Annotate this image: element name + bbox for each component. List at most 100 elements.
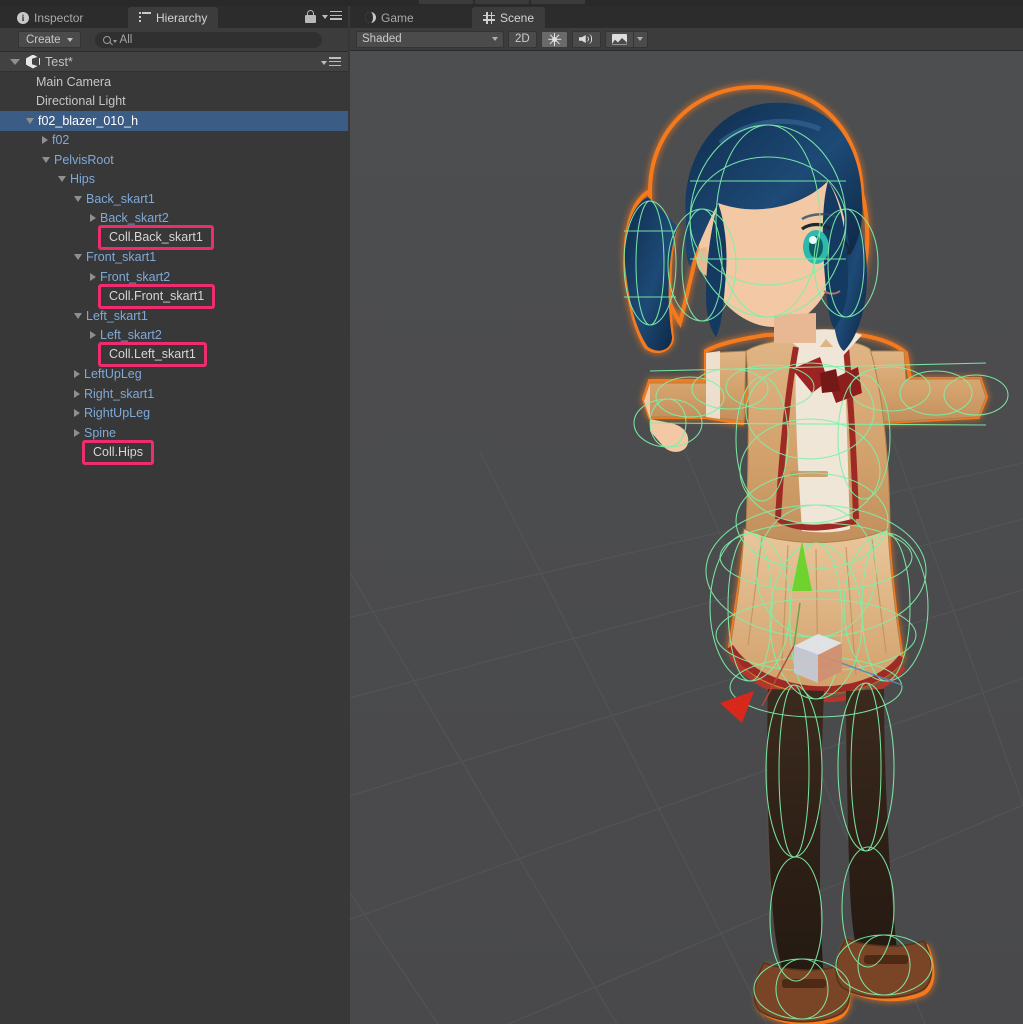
image-effects-icon: [611, 33, 627, 45]
toolbar-chunk-3[interactable]: [530, 0, 586, 5]
toolbar-chunk-1[interactable]: [418, 0, 474, 5]
scene-row-test[interactable]: Test*: [0, 52, 348, 72]
hierarchy-item-pelvisroot[interactable]: PelvisRoot: [0, 150, 348, 170]
effects-dropdown-button[interactable]: [633, 30, 648, 48]
chevron-down-icon[interactable]: [74, 254, 82, 261]
toggle-2d-button[interactable]: 2D: [508, 30, 537, 48]
chevron-right-icon[interactable]: [74, 389, 80, 398]
chevron-down-icon[interactable]: [42, 156, 50, 163]
chevron-down-icon[interactable]: [74, 195, 82, 202]
chevron-right-icon[interactable]: [74, 370, 80, 379]
scene-name-label: Test*: [45, 54, 73, 69]
hierarchy-item-label: RightUpLeg: [84, 406, 151, 420]
hierarchy-item-leftupleg[interactable]: LeftUpLeg: [0, 365, 348, 385]
hierarchy-item-coll-back-skart1[interactable]: Coll.Back_skart1: [0, 225, 348, 251]
character-model[interactable]: [350, 51, 1023, 1024]
hierarchy-item-label: Hips: [70, 172, 96, 186]
hierarchy-tabbar: i Inspector Hierarchy: [0, 6, 348, 28]
hierarchy-item-label: Main Camera: [36, 74, 112, 89]
scene-expand-toggle-icon[interactable]: [10, 58, 20, 65]
hierarchy-item-label: Left_skart2: [100, 328, 162, 342]
hierarchy-item-label: Coll.Left_skart1: [109, 347, 196, 362]
hierarchy-item-directional-light[interactable]: Directional Light: [0, 92, 348, 112]
toggle-audio-button[interactable]: [571, 30, 601, 48]
hierarchy-item-label: Coll.Front_skart1: [109, 288, 205, 303]
hierarchy-item-f02-blazer-010-h[interactable]: f02_blazer_010_h: [0, 111, 348, 131]
create-button[interactable]: Create: [18, 31, 81, 48]
tab-scene-label: Scene: [500, 10, 535, 25]
chevron-down-icon: [492, 37, 498, 41]
search-input[interactable]: All: [94, 31, 322, 48]
scene-toolbar: Shaded 2D: [350, 28, 1023, 51]
chevron-down-icon: [66, 37, 73, 42]
hierarchy-item-right-skart1[interactable]: Right_skart1: [0, 384, 348, 404]
draw-mode-label: Shaded: [362, 33, 402, 45]
highlight-box: Coll.Back_skart1: [98, 225, 214, 251]
chevron-right-icon[interactable]: [90, 214, 96, 223]
lock-icon[interactable]: [305, 10, 316, 23]
draw-mode-dropdown[interactable]: Shaded: [356, 30, 504, 48]
chevron-right-icon[interactable]: [90, 272, 96, 281]
hierarchy-panel-tools: [305, 10, 342, 23]
tab-hierarchy[interactable]: Hierarchy: [128, 7, 219, 28]
hierarchy-panel: i Inspector Hierarchy Create All Test* M…: [0, 6, 348, 1024]
hierarchy-item-label: Front_skart2: [100, 269, 171, 284]
toggle-2d-label: 2D: [515, 33, 530, 45]
chevron-down-icon[interactable]: [58, 176, 66, 183]
hierarchy-item-label: Back_skart1: [86, 191, 155, 206]
hierarchy-item-label: f02_blazer_010_h: [38, 113, 139, 128]
chevron-right-icon[interactable]: [42, 136, 48, 145]
chevron-down-icon[interactable]: [26, 117, 34, 124]
scene-row-menu-icon[interactable]: [321, 57, 341, 68]
hierarchy-item-left-skart1[interactable]: Left_skart1: [0, 306, 348, 326]
unity-logo-icon: [26, 54, 40, 69]
hierarchy-item-label: Right_skart1: [84, 386, 155, 401]
tab-game-label: Game: [381, 10, 414, 25]
panel-menu-icon[interactable]: [322, 10, 342, 22]
hierarchy-item-label: Front_skart1: [86, 250, 157, 264]
hierarchy-item-label: Coll.Back_skart1: [109, 230, 203, 245]
hierarchy-item-front-skart1[interactable]: Front_skart1: [0, 248, 348, 268]
hierarchy-tree: Test* Main Camera Directional Light f02_bl…: [0, 52, 348, 1024]
tab-inspector[interactable]: i Inspector: [6, 7, 94, 28]
scene-panel: Game Scene Shaded 2D: [350, 6, 1023, 1024]
hierarchy-item-hips[interactable]: Hips: [0, 170, 348, 190]
hierarchy-item-f02[interactable]: f02: [0, 131, 348, 151]
hierarchy-tree-rows: Main Camera Directional Light f02_blazer_0…: [0, 72, 348, 465]
hierarchy-item-back-skart1[interactable]: Back_skart1: [0, 189, 348, 209]
tab-hierarchy-label: Hierarchy: [156, 10, 208, 25]
chevron-right-icon[interactable]: [74, 409, 80, 418]
hierarchy-item-label: Back_skart2: [100, 211, 169, 225]
tab-scene[interactable]: Scene: [472, 7, 546, 28]
hierarchy-icon: [139, 12, 151, 23]
hierarchy-item-spine[interactable]: Spine: [0, 423, 348, 443]
search-value: All: [119, 33, 133, 46]
game-moon-icon: [365, 12, 376, 23]
hierarchy-item-label: PelvisRoot: [54, 152, 114, 167]
create-button-label: Create: [26, 33, 61, 46]
toggle-effects-button[interactable]: [604, 30, 634, 48]
speaker-icon: [578, 33, 594, 45]
hierarchy-item-main-camera[interactable]: Main Camera: [0, 72, 348, 92]
hierarchy-item-label: Coll.Hips: [93, 444, 144, 459]
hierarchy-item-label: f02: [52, 133, 70, 147]
hierarchy-item-coll-hips[interactable]: Coll.Hips: [0, 439, 348, 465]
chevron-down-icon: [637, 37, 644, 41]
scene-tabbar: Game Scene: [350, 6, 1023, 28]
toggle-lighting-button[interactable]: [540, 30, 568, 48]
chevron-down-icon[interactable]: [74, 312, 82, 319]
chevron-right-icon[interactable]: [90, 331, 96, 340]
toolbar-chunk-2[interactable]: [474, 0, 530, 5]
search-filter-chevron-icon[interactable]: [112, 39, 117, 43]
hierarchy-item-coll-front-skart1[interactable]: Coll.Front_skart1: [0, 283, 348, 309]
hierarchy-item-label: LeftUpLeg: [84, 367, 142, 381]
tab-game[interactable]: Game: [354, 7, 425, 28]
chevron-right-icon[interactable]: [74, 428, 80, 437]
hierarchy-item-coll-left-skart1[interactable]: Coll.Left_skart1: [0, 342, 348, 368]
scene-viewport[interactable]: [350, 51, 1023, 1024]
sun-icon: [547, 32, 561, 46]
unity-editor-window: i Inspector Hierarchy Create All Test* M…: [0, 0, 1023, 1024]
search-icon: [102, 35, 111, 44]
hierarchy-item-rightupleg[interactable]: RightUpLeg: [0, 404, 348, 424]
tab-inspector-label: Inspector: [34, 10, 84, 25]
